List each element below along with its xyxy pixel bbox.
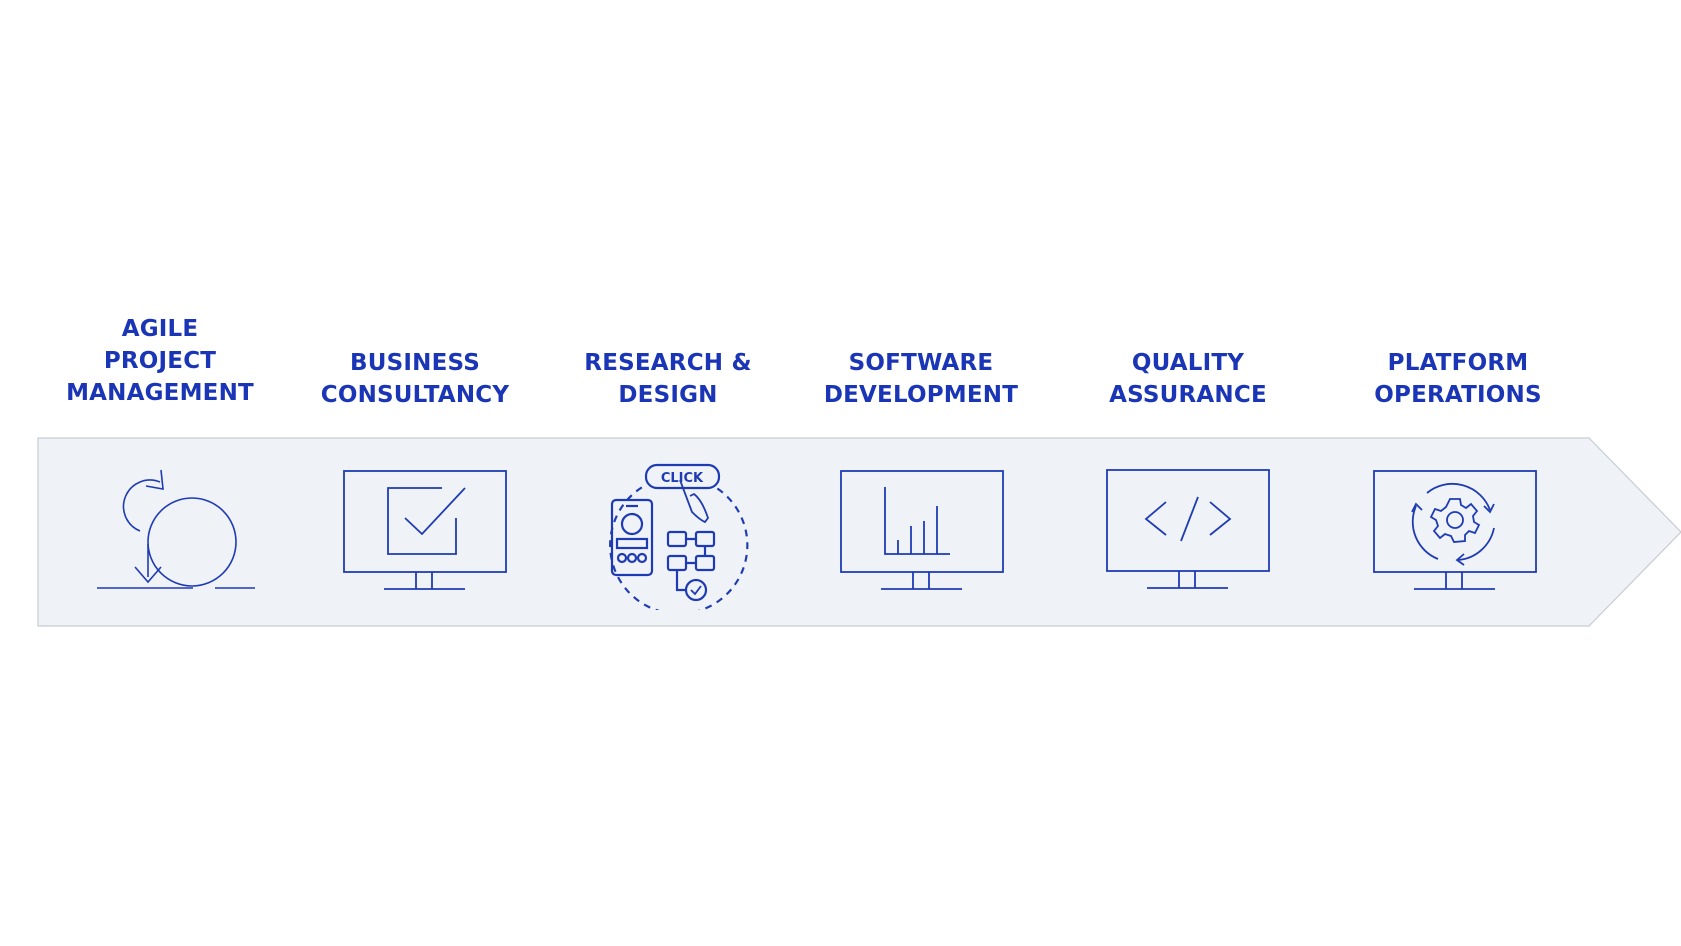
- monitor-checkbox-icon: [343, 470, 507, 590]
- label-line: QUALITY: [1131, 350, 1245, 376]
- label-line: BUSINESS: [350, 350, 480, 376]
- stage-label-software-development: SOFTWARE DEVELOPMENT: [824, 347, 1018, 411]
- label-line: SOFTWARE: [848, 350, 994, 376]
- label-line: OPERATIONS: [1374, 382, 1542, 408]
- label-line: PLATFORM: [1387, 350, 1529, 376]
- monitor-gear-cycle-icon: [1373, 470, 1537, 590]
- stage-label-business-consultancy: BUSINESS CONSULTANCY: [321, 347, 509, 411]
- label-line: ASSURANCE: [1109, 382, 1267, 408]
- stage-label-agile-project-management: AGILE PROJECT MANAGEMENT: [66, 313, 254, 409]
- label-line: DEVELOPMENT: [823, 382, 1019, 408]
- label-line: AGILE: [121, 316, 199, 342]
- label-line: MANAGEMENT: [66, 380, 254, 406]
- stage-label-quality-assurance: QUALITY ASSURANCE: [1109, 347, 1267, 411]
- stage-label-research-design: RESEARCH & DESIGN: [584, 347, 751, 411]
- monitor-bar-chart-icon: [840, 470, 1004, 590]
- label-line: CONSULTANCY: [320, 382, 510, 408]
- label-line: RESEARCH &: [584, 350, 752, 376]
- stage-label-platform-operations: PLATFORM OPERATIONS: [1374, 347, 1541, 411]
- monitor-code-icon: [1106, 469, 1270, 589]
- agile-loop-icon: [97, 469, 255, 589]
- click-text: CLICK: [661, 471, 704, 486]
- label-line: DESIGN: [618, 382, 718, 408]
- label-line: PROJECT: [103, 348, 217, 374]
- ux-click-flow-icon: CLICK: [609, 463, 749, 610]
